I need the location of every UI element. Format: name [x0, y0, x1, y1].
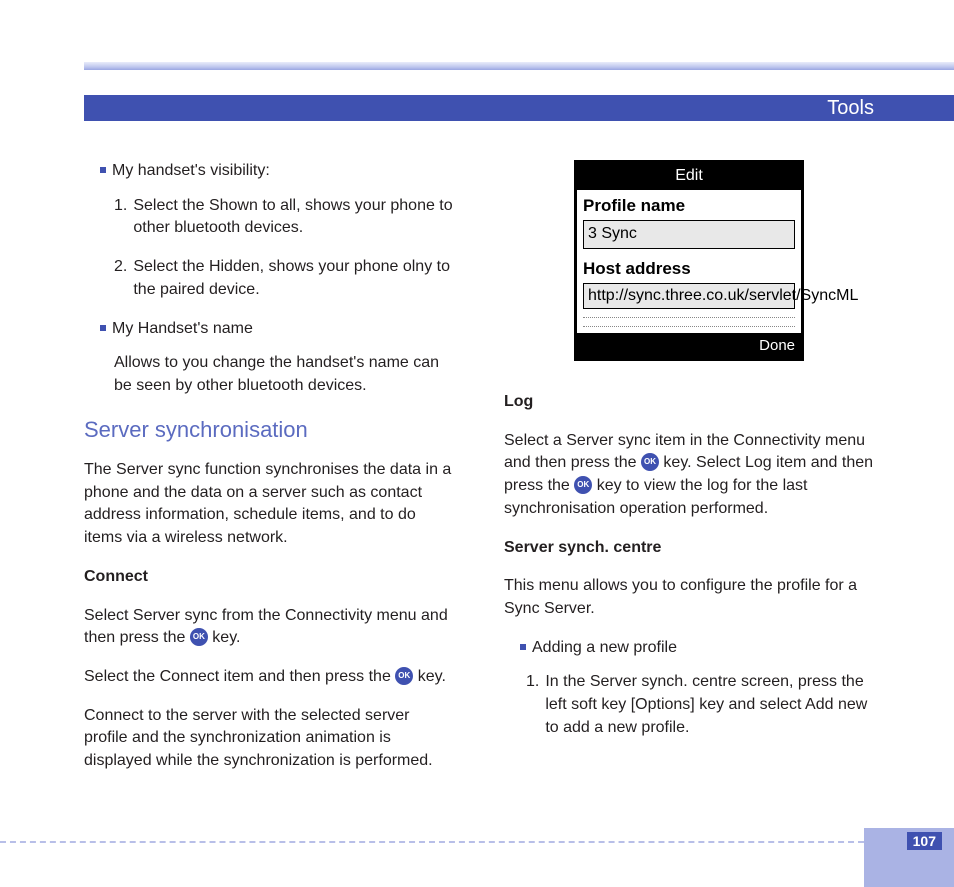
- connect-subheading: Connect: [84, 566, 454, 589]
- ok-key-icon: OK: [641, 453, 659, 471]
- bullet-text: Adding a new profile: [532, 637, 677, 660]
- ok-key-icon: OK: [190, 628, 208, 646]
- numbered-item: 2. Select the Hidden, shows your phone o…: [114, 256, 454, 301]
- left-column: My handset's visibility: 1. Select the S…: [84, 160, 454, 789]
- softkey-done[interactable]: Done: [759, 335, 795, 356]
- bullet-text: My handset's visibility:: [112, 160, 270, 183]
- bullet-visibility: My handset's visibility:: [100, 160, 454, 183]
- phone-titlebar: Edit: [577, 163, 801, 190]
- phone-softkey-bar: Done: [577, 333, 801, 358]
- item-number: 1.: [526, 671, 539, 739]
- page-number-box: 107: [864, 828, 954, 887]
- footer-dashed-line: [0, 841, 864, 843]
- section-header: Tools: [84, 95, 954, 121]
- server-sync-heading: Server synchronisation: [84, 414, 454, 445]
- sync-centre-paragraph: This menu allows you to configure the pr…: [504, 575, 874, 620]
- connect-step-2: Select the Connect item and then press t…: [84, 666, 454, 689]
- item-text: Select the Shown to all, shows your phon…: [133, 195, 454, 240]
- handset-name-description: Allows to you change the handset's name …: [114, 352, 454, 397]
- bullet-handset-name: My Handset's name: [100, 318, 454, 341]
- phone-body: Profile name 3 Sync Host address http://…: [577, 190, 801, 309]
- host-address-label: Host address: [583, 257, 795, 281]
- bullet-add-profile: Adding a new profile: [520, 637, 874, 660]
- square-bullet-icon: [520, 644, 526, 650]
- numbered-item: 1. Select the Shown to all, shows your p…: [114, 195, 454, 240]
- item-number: 2.: [114, 256, 127, 301]
- log-subheading: Log: [504, 391, 874, 414]
- item-text: Select the Hidden, shows your phone olny…: [133, 256, 454, 301]
- dotted-separator: [583, 326, 795, 327]
- dotted-separator: [583, 317, 795, 318]
- bullet-text: My Handset's name: [112, 318, 253, 341]
- phone-screenshot: Edit Profile name 3 Sync Host address ht…: [574, 160, 804, 361]
- top-gradient-bar: [84, 62, 954, 70]
- ok-key-icon: OK: [395, 667, 413, 685]
- sync-centre-subheading: Server synch. centre: [504, 537, 874, 560]
- connect-step-3: Connect to the server with the selected …: [84, 705, 454, 773]
- content-columns: My handset's visibility: 1. Select the S…: [84, 160, 874, 789]
- section-title: Tools: [827, 97, 874, 120]
- square-bullet-icon: [100, 167, 106, 173]
- log-paragraph: Select a Server sync item in the Connect…: [504, 430, 874, 521]
- connect-step-1: Select Server sync from the Connectivity…: [84, 605, 454, 650]
- profile-name-field[interactable]: 3 Sync: [583, 220, 795, 249]
- numbered-item: 1. In the Server synch. centre screen, p…: [526, 671, 874, 739]
- item-text: In the Server synch. centre screen, pres…: [545, 671, 874, 739]
- profile-name-label: Profile name: [583, 194, 795, 218]
- server-sync-intro: The Server sync function synchronises th…: [84, 459, 454, 550]
- square-bullet-icon: [100, 325, 106, 331]
- page-number: 107: [907, 832, 942, 850]
- item-number: 1.: [114, 195, 127, 240]
- ok-key-icon: OK: [574, 476, 592, 494]
- right-column: Edit Profile name 3 Sync Host address ht…: [504, 160, 874, 789]
- host-address-field[interactable]: http://sync.three.co.uk/servlet/SyncML: [583, 283, 795, 309]
